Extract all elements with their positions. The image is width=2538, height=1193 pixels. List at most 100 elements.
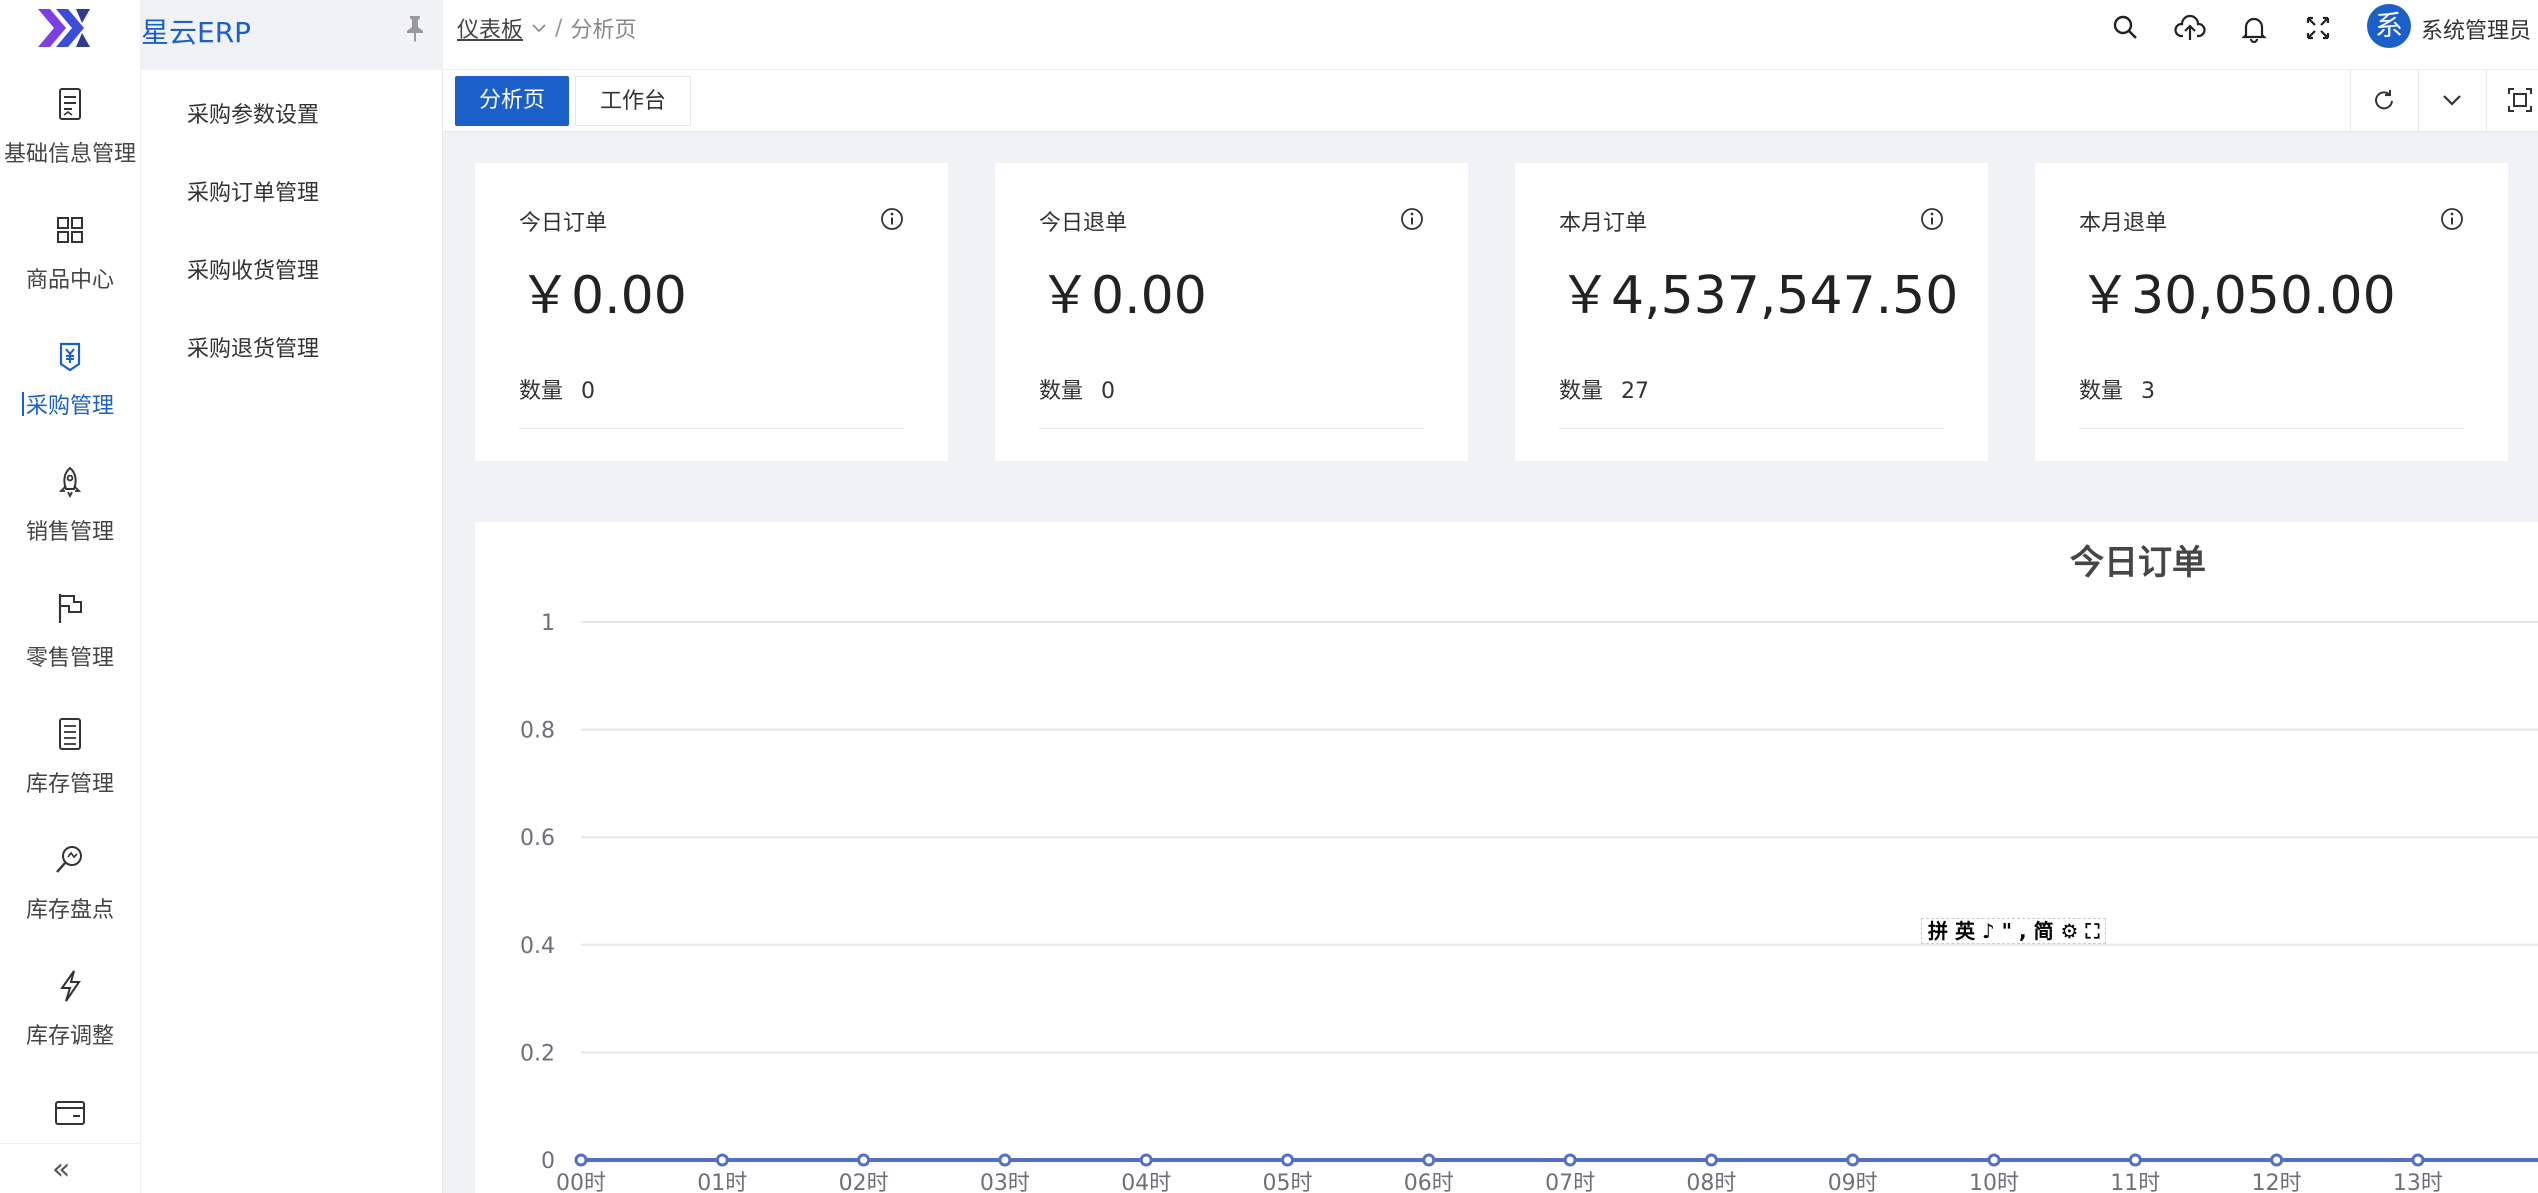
card-title: 今日退单: [1039, 211, 1128, 236]
breadcrumb-root-link[interactable]: 仪表板: [457, 12, 523, 44]
magnifier-icon: [56, 846, 82, 873]
data-point: [1846, 1153, 1860, 1167]
card-title: 本月退单: [2079, 211, 2168, 236]
data-point: [2128, 1153, 2142, 1167]
count-label: 数量: [1039, 379, 1084, 404]
rail-item-label: 商品中心: [25, 268, 114, 293]
data-point: [574, 1153, 588, 1167]
rail-item-sales[interactable]: 销售管理: [0, 464, 140, 576]
rail-item-retail[interactable]: 零售管理: [0, 590, 140, 702]
chevron-down-icon[interactable]: [531, 20, 547, 36]
chevron-down-icon: [2443, 95, 2461, 106]
rail-item-label: 库存调整: [25, 1024, 114, 1049]
x-tick-label: 05时: [1263, 1171, 1313, 1193]
card-amount: ￥0.00: [1039, 266, 1207, 326]
y-tick-label: 0.6: [520, 826, 555, 851]
rail-item-label: 库存管理: [25, 772, 114, 797]
x-tick-label: 07时: [1545, 1171, 1595, 1193]
data-point: [2411, 1153, 2425, 1167]
y-tick-label: 0: [541, 1149, 555, 1174]
card-count: 数量 3: [2079, 373, 2155, 405]
data-point: [2270, 1153, 2284, 1167]
count-value: 3: [2141, 379, 2156, 404]
rail-item-label: 零售管理: [25, 646, 114, 671]
chart-title: 今日订单: [2070, 543, 2206, 583]
x-tick-label: 06时: [1404, 1171, 1454, 1193]
rail-item-stock-count[interactable]: 库存盘点: [0, 842, 140, 954]
x-tick-label: 08时: [1686, 1171, 1736, 1193]
refresh-tab-button[interactable]: [2350, 70, 2418, 132]
rail-footer: «: [0, 1143, 140, 1193]
rail-item-settlement[interactable]: 结算管理: [0, 1094, 140, 1143]
count-label: 数量: [519, 379, 564, 404]
card-amount: ￥4,537,547.50: [1559, 266, 1959, 326]
rail-item-purchase[interactable]: 采购管理: [0, 338, 140, 450]
data-point: [857, 1153, 871, 1167]
maximize-tab-button[interactable]: [2486, 70, 2538, 132]
info-icon[interactable]: [2440, 207, 2464, 231]
bell-icon[interactable]: [2238, 12, 2270, 44]
rocket-icon: [58, 466, 82, 499]
user-name[interactable]: 系统管理员: [2421, 13, 2531, 45]
ime-toolbar[interactable]: 拼 英 ♪ " , 简 ⚙ ⛶: [1921, 918, 2107, 944]
rail-item-label: 销售管理: [25, 520, 114, 545]
data-point: [998, 1153, 1012, 1167]
data-point: [1704, 1153, 1718, 1167]
card-count: 数量 27: [1559, 373, 1649, 405]
data-point: [1281, 1153, 1294, 1167]
x-tick-label: 09时: [1828, 1171, 1878, 1193]
x-tick-label: 02时: [839, 1171, 889, 1193]
user-avatar[interactable]: 系: [2367, 4, 2411, 48]
card-count: 数量 0: [519, 373, 595, 405]
pin-icon[interactable]: [402, 14, 428, 42]
card-divider: [2079, 428, 2464, 429]
tab-menu-button[interactable]: [2418, 70, 2486, 132]
top-header: 仪表板 / 分析页 系 系统管理员: [443, 0, 2538, 70]
yen-tag-icon: [59, 342, 81, 372]
submenu-item-purchase-settings[interactable]: 采购参数设置: [187, 97, 319, 129]
stat-card-today-orders: 今日订单 ￥0.00 数量 0: [475, 163, 948, 461]
breadcrumb-separator: /: [555, 15, 563, 41]
submenu-item-purchase-orders[interactable]: 采购订单管理: [187, 175, 319, 207]
count-label: 数量: [2079, 379, 2124, 404]
tab-workbench[interactable]: 工作台: [575, 76, 692, 126]
rail-item-inventory[interactable]: 库存管理: [0, 716, 140, 828]
rail-item-basic-info[interactable]: 基础信息管理: [0, 86, 140, 198]
info-icon[interactable]: [1920, 207, 1944, 231]
refresh-icon: [2375, 90, 2393, 110]
card-title: 本月订单: [1559, 211, 1648, 236]
info-icon[interactable]: [1400, 207, 1424, 231]
x-tick-label: 10时: [1969, 1171, 2019, 1193]
card-divider: [519, 428, 904, 429]
cloud-upload-icon[interactable]: [2174, 12, 2206, 44]
card-amount: ￥30,050.00: [2079, 266, 2396, 326]
x-tick-label: 00时: [556, 1171, 606, 1193]
rail-item-label: 库存盘点: [25, 898, 114, 923]
count-value: 0: [581, 379, 596, 404]
submenu-item-purchase-returns[interactable]: 采购退货管理: [187, 331, 319, 363]
rail-item-product-center[interactable]: 商品中心: [0, 212, 140, 324]
submenu-item-purchase-receiving[interactable]: 采购收货管理: [187, 253, 319, 285]
data-point: [1422, 1153, 1436, 1167]
info-icon[interactable]: [880, 207, 904, 231]
stat-card-month-returns: 本月退单 ￥30,050.00 数量 3: [2035, 163, 2508, 461]
y-tick-label: 0.2: [520, 1041, 555, 1066]
count-value: 27: [1621, 379, 1650, 404]
stat-card-today-returns: 今日退单 ￥0.00 数量 0: [995, 163, 1468, 461]
today-orders-chart-panel: 今日订单 0 0.2 0.4 0.6 0.8 1 00时 01时 02时 03时 04时 05时 06时 0…: [475, 522, 2538, 1193]
rail-item-stock-adjust[interactable]: 库存调整: [0, 968, 140, 1080]
maximize-icon: [2508, 88, 2532, 112]
search-icon[interactable]: [2110, 12, 2142, 44]
page-tabs-bar: 分析页 工作台: [443, 70, 2538, 132]
collapse-rail-button[interactable]: «: [52, 1152, 70, 1187]
card-divider: [1039, 428, 1424, 429]
card-amount: ￥0.00: [519, 266, 687, 326]
flag-icon: [58, 594, 82, 623]
count-value: 0: [1101, 379, 1116, 404]
tab-analysis[interactable]: 分析页: [455, 76, 570, 126]
y-tick-label: 0.8: [520, 719, 555, 744]
breadcrumb-current: 分析页: [570, 18, 637, 43]
fullscreen-icon[interactable]: [2302, 12, 2334, 44]
data-point: [1987, 1153, 2001, 1167]
x-tick-label: 12时: [2252, 1171, 2302, 1193]
